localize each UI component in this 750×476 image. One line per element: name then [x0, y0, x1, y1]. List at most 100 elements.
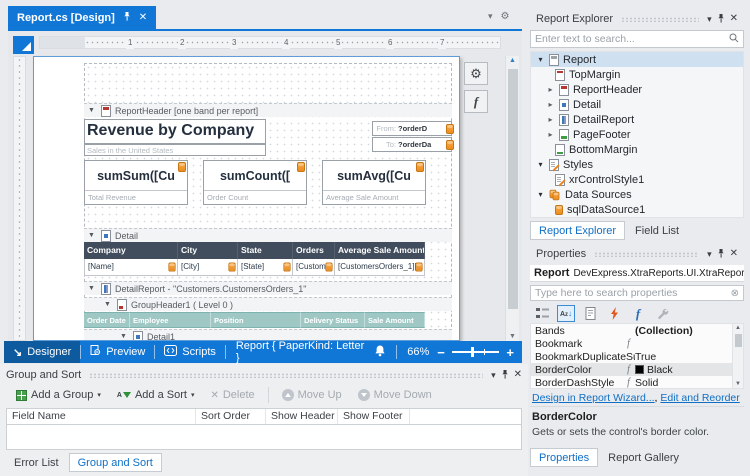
expander-icon[interactable]: ▸: [546, 85, 555, 94]
tab-scripts[interactable]: Scripts: [155, 341, 225, 363]
expander-icon[interactable]: ▸: [546, 115, 555, 124]
chevron-down-icon[interactable]: ▾: [707, 250, 712, 259]
pin-icon[interactable]: [717, 14, 725, 25]
summary-total-revenue[interactable]: sumSum([Cu Total Revenue: [84, 160, 188, 205]
move-up-button[interactable]: Move Up: [276, 385, 348, 405]
bell-icon[interactable]: [374, 345, 386, 360]
tab-report-gallery[interactable]: Report Gallery: [600, 448, 687, 467]
column-header[interactable]: Average Sale Amount: [335, 242, 425, 259]
categorized-icon[interactable]: [533, 305, 551, 322]
param-to-field[interactable]: To: ?orderDa: [372, 137, 452, 152]
close-icon[interactable]: ✕: [730, 249, 738, 259]
column-header[interactable]: Sale Amount: [365, 312, 425, 328]
delete-button[interactable]: ✕ Delete: [204, 385, 260, 405]
band-detail-report[interactable]: ▼ DetailReport - "Customers.CustomersOrd…: [84, 281, 452, 295]
gear-button[interactable]: ⚙: [464, 62, 488, 85]
tree-item-detail[interactable]: ▸ Detail: [531, 97, 743, 112]
settings-wrench-icon[interactable]: [653, 305, 671, 322]
column-header[interactable]: Position: [211, 312, 301, 328]
chevron-down-icon[interactable]: ▾: [707, 15, 712, 24]
band-collapse-icon[interactable]: ▼: [88, 285, 97, 292]
field-cell[interactable]: [CustomersOrders_1][A: [335, 259, 425, 276]
grid-column-header[interactable]: Field Name: [7, 409, 196, 424]
tab-preview[interactable]: Preview: [81, 341, 154, 363]
tree-item-sqldatasource1[interactable]: sqlDataSource1: [531, 202, 743, 217]
close-icon[interactable]: ✕: [139, 12, 147, 23]
tab-report-explorer[interactable]: Report Explorer: [530, 221, 625, 240]
close-icon[interactable]: ✕: [514, 370, 522, 380]
tree-item-report[interactable]: ▾ Report: [531, 52, 743, 67]
band-collapse-icon[interactable]: ▼: [104, 301, 113, 308]
tree-item-report-header[interactable]: ▸ ReportHeader: [531, 82, 743, 97]
property-pages-icon[interactable]: [581, 305, 599, 322]
tree-item-bottom-margin[interactable]: BottomMargin: [531, 142, 743, 157]
property-value[interactable]: True: [635, 351, 743, 363]
tab-error-list[interactable]: Error List: [6, 453, 67, 472]
gear-icon[interactable]: ⚙: [501, 11, 510, 22]
design-vertical-scrollbar[interactable]: ▲ ▼: [505, 56, 519, 341]
grid-column-header[interactable]: Sort Order: [196, 409, 266, 424]
column-header[interactable]: Order Date: [84, 312, 130, 328]
tree-item-page-footer[interactable]: ▸ PageFooter: [531, 127, 743, 142]
paperkind-status[interactable]: Report { PaperKind: Letter }: [226, 340, 374, 364]
explorer-search-input[interactable]: [535, 33, 729, 45]
scripts-fx-button[interactable]: f: [464, 90, 488, 113]
tree-item-detail-report[interactable]: ▸ DetailReport: [531, 112, 743, 127]
field-cell[interactable]: [State]: [238, 259, 293, 276]
properties-search-input[interactable]: [535, 287, 731, 299]
band-group-header[interactable]: ▼ GroupHeader1 ( Level 0 ): [84, 297, 452, 311]
expressions-icon[interactable]: f: [629, 305, 647, 322]
events-icon[interactable]: [605, 305, 623, 322]
move-down-button[interactable]: Move Down: [352, 385, 438, 405]
scroll-up-icon[interactable]: ▲: [733, 325, 743, 331]
zoom-slider-thumb[interactable]: [471, 347, 474, 357]
tree-item-xrcontrolstyle1[interactable]: xrControlStyle1: [531, 172, 743, 187]
property-row-bookmarkduplicates[interactable]: BookmarkDuplicateSu True: [531, 350, 743, 363]
scroll-up-icon[interactable]: ▲: [506, 57, 519, 64]
scrollbar-thumb[interactable]: [735, 334, 742, 347]
column-header[interactable]: Employee: [130, 312, 211, 328]
field-cell[interactable]: [City]: [178, 259, 238, 276]
pin-icon[interactable]: [717, 249, 725, 260]
property-row-bands[interactable]: Bands (Collection): [531, 324, 743, 337]
report-page-surface[interactable]: ▼ ReportHeader [one band per report] Rev…: [33, 56, 460, 341]
design-in-report-wizard-link[interactable]: Design in Report Wizard...: [532, 392, 655, 404]
column-header[interactable]: Delivery Status: [301, 312, 365, 328]
expander-icon[interactable]: ▾: [536, 190, 545, 199]
detail-table-data-row[interactable]: [Name] [City] [State] [Custom [Customers…: [84, 259, 426, 276]
column-header[interactable]: City: [178, 242, 238, 259]
clear-icon[interactable]: ⊗: [731, 288, 739, 299]
summary-average-sale[interactable]: sumAvg([Cu Average Sale Amount: [322, 160, 426, 205]
explorer-search-box[interactable]: [530, 30, 744, 48]
grid-column-header[interactable]: Show Header: [266, 409, 338, 424]
column-header[interactable]: State: [238, 242, 293, 259]
scrollbar-thumb[interactable]: [508, 69, 518, 309]
zoom-slider[interactable]: [452, 351, 500, 353]
field-cell[interactable]: [Custom: [293, 259, 335, 276]
tab-group-and-sort[interactable]: Group and Sort: [69, 453, 162, 472]
expander-icon[interactable]: ▾: [536, 160, 545, 169]
group-table-header-row[interactable]: Order Date Employee Position Delivery St…: [84, 312, 426, 328]
property-row-bookmark[interactable]: Bookmark f: [531, 337, 743, 350]
report-title-label[interactable]: Revenue by Company: [84, 119, 266, 144]
add-group-button[interactable]: Add a Group ▾: [10, 385, 107, 405]
tab-properties[interactable]: Properties: [530, 448, 598, 467]
edit-and-reorder-link[interactable]: Edit and Reorder: [660, 392, 739, 404]
band-collapse-icon[interactable]: ▼: [88, 107, 97, 114]
tab-field-list[interactable]: Field List: [627, 221, 687, 240]
detail-table-header-row[interactable]: Company City State Orders Average Sale A…: [84, 242, 426, 259]
report-subtitle-label[interactable]: Sales in the United States: [84, 144, 266, 156]
scroll-down-icon[interactable]: ▼: [733, 381, 743, 387]
tree-item-data-sources[interactable]: ▾ Data Sources: [531, 187, 743, 202]
band-report-header[interactable]: ▼ ReportHeader [one band per report]: [84, 103, 452, 117]
tree-item-styles[interactable]: ▾ Styles: [531, 157, 743, 172]
expander-icon[interactable]: ▸: [546, 100, 555, 109]
column-header[interactable]: Orders: [293, 242, 335, 259]
chevron-down-icon[interactable]: ▾: [491, 371, 496, 380]
property-value[interactable]: Solid: [635, 377, 743, 389]
add-sort-button[interactable]: A Add a Sort ▾: [111, 385, 201, 405]
scroll-down-icon[interactable]: ▼: [506, 333, 519, 340]
tab-designer[interactable]: ↘ Designer: [4, 341, 80, 363]
close-icon[interactable]: ✕: [730, 14, 738, 24]
grid-column-header[interactable]: Show Footer: [338, 409, 410, 424]
